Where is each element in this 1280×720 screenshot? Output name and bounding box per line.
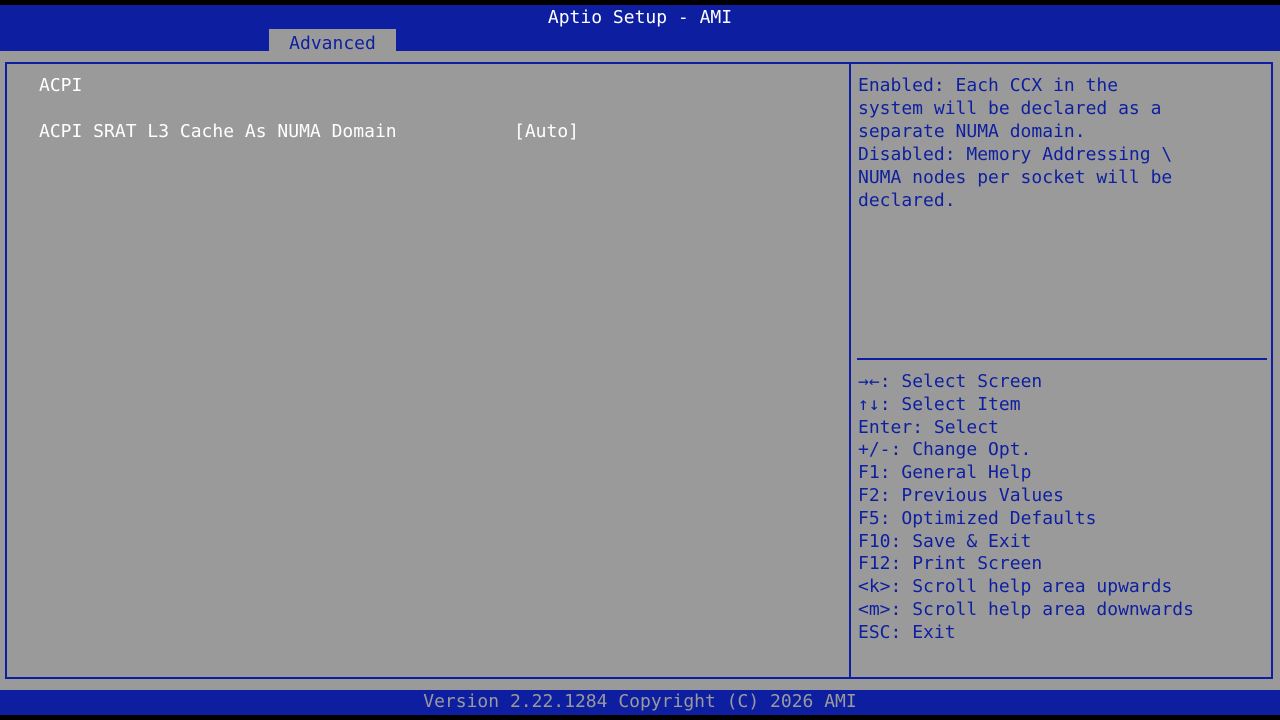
help-line: system will be declared as a: [858, 98, 1162, 119]
arrows-left-right-icon: →←: [858, 371, 880, 392]
key-select-screen: →←: Select Screen: [858, 371, 1043, 392]
key-scroll-down: <m>: Scroll help area downwards: [858, 598, 1194, 620]
key-legend: →←: Select Screen ↑↓: Select Item Enter:…: [858, 371, 1268, 645]
app-title: Aptio Setup - AMI: [547, 7, 733, 28]
panel-divider: [849, 62, 851, 679]
help-panel: Enabled: Each CCX in the system will be …: [858, 74, 1263, 212]
bottom-border: [0, 715, 1280, 720]
arrows-up-down-icon: ↑↓: [858, 393, 880, 415]
key-scroll-up: <k>: Scroll help area upwards: [858, 576, 1173, 598]
version-text: Version 2.22.1284 Copyright (C) 2026 AMI: [423, 691, 857, 712]
key-f5: F5: Optimized Defaults: [858, 507, 1097, 529]
help-line: separate NUMA domain.: [858, 121, 1086, 142]
help-line: Enabled: Each CCX in the: [858, 75, 1119, 96]
key-enter: Enter: Select: [858, 416, 999, 438]
key-change-opt: +/-: Change Opt.: [858, 439, 1032, 461]
help-line: declared.: [858, 190, 956, 211]
header-bar: Aptio Setup - AMI Advanced: [0, 5, 1280, 56]
key-esc: ESC: Exit: [858, 621, 956, 643]
help-line: Disabled: Memory Addressing \: [858, 144, 1173, 165]
help-divider: [857, 358, 1267, 360]
setting-label: ACPI SRAT L3 Cache As NUMA Domain: [39, 121, 397, 142]
section-title: ACPI: [39, 75, 83, 96]
footer-bar: Version 2.22.1284 Copyright (C) 2026 AMI: [0, 690, 1280, 715]
key-f12: F12: Print Screen: [858, 553, 1043, 575]
setting-acpi-srat-l3-cache[interactable]: ACPI SRAT L3 Cache As NUMA Domain [Auto]: [39, 120, 819, 143]
key-select-item: ↑↓: Select Item: [858, 393, 1021, 415]
key-f2: F2: Previous Values: [858, 484, 1064, 506]
key-f10: F10: Save & Exit: [858, 530, 1032, 552]
key-f1: F1: General Help: [858, 462, 1032, 484]
help-line: NUMA nodes per socket will be: [858, 167, 1173, 188]
setting-value[interactable]: [Auto]: [514, 120, 579, 143]
